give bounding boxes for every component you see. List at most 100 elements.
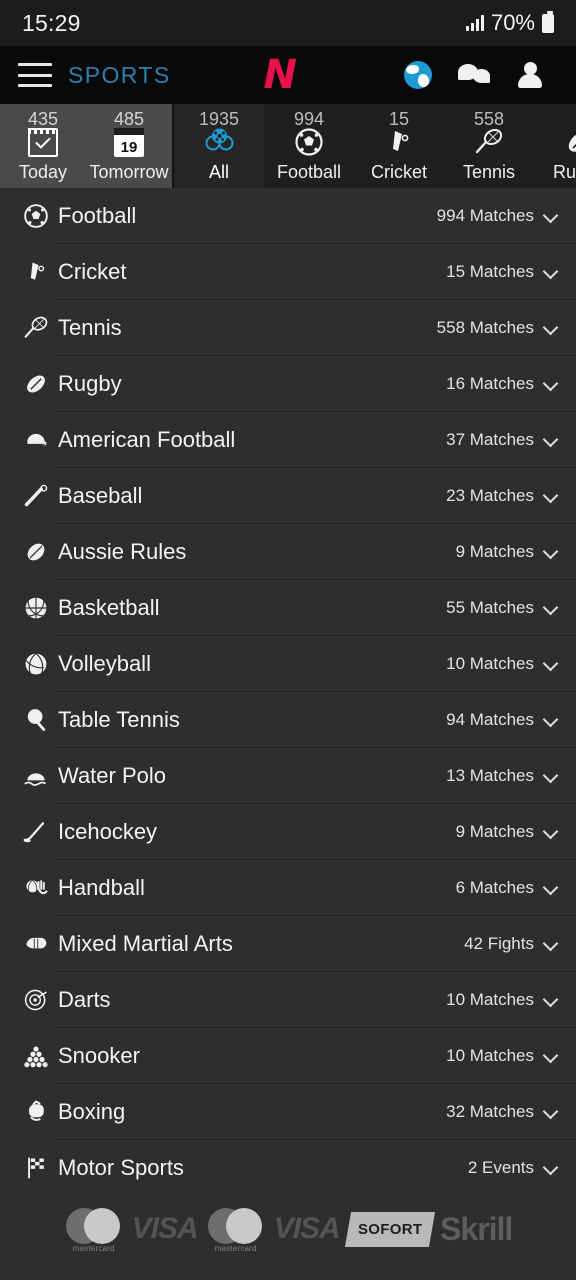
cricket-icon bbox=[16, 259, 56, 285]
list-item-label: Darts bbox=[58, 987, 111, 1012]
american-football-icon bbox=[16, 427, 56, 453]
list-item-baseball[interactable]: Baseball 23 Matches bbox=[0, 468, 576, 524]
tab-football[interactable]: 994 Football bbox=[264, 104, 354, 188]
list-item-basketball[interactable]: Basketball 55 Matches bbox=[0, 580, 576, 636]
account-button[interactable] bbox=[502, 61, 558, 89]
site-logo[interactable]: N bbox=[264, 55, 297, 95]
list-item-table-tennis[interactable]: Table Tennis 94 Matches bbox=[0, 692, 576, 748]
list-item-boxing[interactable]: Boxing 32 Matches bbox=[0, 1084, 576, 1140]
list-item-meta: 37 Matches bbox=[446, 430, 558, 450]
chevron-down-icon[interactable] bbox=[544, 265, 558, 279]
tab-cricket[interactable]: 15 Cricket bbox=[354, 104, 444, 188]
calendar-19-icon: 19 bbox=[114, 125, 144, 159]
visa-logo: VISA bbox=[131, 1212, 199, 1245]
mastercard-label: mastercard bbox=[72, 1244, 115, 1253]
list-item-label: Snooker bbox=[58, 1043, 140, 1068]
tab-strip[interactable]: 435 Today 485 19 Tomorrow 1935 All 994 F… bbox=[0, 104, 576, 188]
list-item-meta: 9 Matches bbox=[456, 542, 558, 562]
list-item-meta: 2 Events bbox=[468, 1158, 558, 1178]
tab-today[interactable]: 435 Today bbox=[0, 104, 86, 188]
list-item-count: 16 Matches bbox=[446, 374, 534, 393]
battery-percent-label: 70% bbox=[490, 10, 535, 35]
chevron-down-icon[interactable] bbox=[544, 713, 558, 727]
list-item-meta: 9 Matches bbox=[456, 822, 558, 842]
water-polo-icon bbox=[16, 763, 56, 789]
list-item-count: 94 Matches bbox=[446, 710, 534, 729]
chevron-down-icon[interactable] bbox=[544, 601, 558, 615]
mastercard-label: mastercard bbox=[214, 1244, 257, 1253]
list-item-label: Water Polo bbox=[58, 763, 167, 788]
status-bar: 15:29 70% bbox=[0, 0, 576, 46]
tab-tomorrow[interactable]: 485 19 Tomorrow bbox=[86, 104, 172, 188]
mastercard-logo: mastercard bbox=[206, 1206, 266, 1253]
football-icon bbox=[16, 203, 56, 229]
chevron-down-icon[interactable] bbox=[544, 825, 558, 839]
list-item-label: Motor Sports bbox=[58, 1155, 184, 1180]
list-item-count: 6 Matches bbox=[455, 878, 534, 897]
list-item-meta: 994 Matches bbox=[437, 206, 558, 226]
tab-rugby[interactable]: Rugby bbox=[534, 104, 576, 188]
list-item-label: Basketball bbox=[58, 595, 160, 620]
table-tennis-icon bbox=[16, 707, 56, 733]
chevron-down-icon[interactable] bbox=[544, 993, 558, 1007]
football-icon bbox=[294, 125, 324, 159]
chevron-down-icon[interactable] bbox=[544, 545, 558, 559]
list-item-label: American Football bbox=[58, 427, 236, 452]
list-item-football[interactable]: Football 994 Matches bbox=[0, 188, 576, 244]
chevron-down-icon[interactable] bbox=[544, 881, 558, 895]
chevron-down-icon[interactable] bbox=[544, 377, 558, 391]
darts-icon bbox=[16, 987, 56, 1013]
list-item-label: Baseball bbox=[58, 483, 143, 508]
chevron-down-icon[interactable] bbox=[544, 769, 558, 783]
list-item-count: 994 Matches bbox=[436, 206, 534, 225]
list-item-tennis[interactable]: Tennis 558 Matches bbox=[0, 300, 576, 356]
visa-logo: VISA bbox=[273, 1212, 341, 1245]
chevron-down-icon[interactable] bbox=[544, 321, 558, 335]
boxing-icon bbox=[16, 1099, 56, 1125]
chevron-down-icon[interactable] bbox=[544, 657, 558, 671]
chevron-down-icon[interactable] bbox=[544, 489, 558, 503]
list-item-meta: 15 Matches bbox=[446, 262, 558, 282]
chevron-down-icon[interactable] bbox=[544, 1105, 558, 1119]
tab-all[interactable]: 1935 All bbox=[174, 104, 264, 188]
app-screen: 15:29 70% SPORTS N 435 Today 485 19 Tomo… bbox=[0, 0, 576, 1280]
battery-icon bbox=[542, 10, 554, 33]
list-item-count: 2 Events bbox=[467, 1158, 534, 1177]
mma-icon bbox=[16, 931, 56, 957]
list-item-count: 10 Matches bbox=[446, 1046, 534, 1065]
list-item-mixed-martial-arts[interactable]: Mixed Martial Arts 42 Fights bbox=[0, 916, 576, 972]
list-item-icehockey[interactable]: Icehockey 9 Matches bbox=[0, 804, 576, 860]
volleyball-icon bbox=[16, 651, 56, 677]
tab-cricket-label: Cricket bbox=[370, 162, 427, 182]
list-item-cricket[interactable]: Cricket 15 Matches bbox=[0, 244, 576, 300]
list-item-handball[interactable]: Handball 6 Matches bbox=[0, 860, 576, 916]
all-sports-icon bbox=[202, 125, 236, 159]
hamburger-menu-icon[interactable] bbox=[18, 63, 52, 87]
list-item-motor-sports[interactable]: Motor Sports 2 Events bbox=[0, 1140, 576, 1184]
list-item-volleyball[interactable]: Volleyball 10 Matches bbox=[0, 636, 576, 692]
list-item-count: 15 Matches bbox=[446, 262, 534, 281]
chevron-down-icon[interactable] bbox=[544, 1049, 558, 1063]
chat-button[interactable] bbox=[446, 62, 502, 88]
list-item-american-football[interactable]: American Football 37 Matches bbox=[0, 412, 576, 468]
tab-tennis[interactable]: 558 Tennis bbox=[444, 104, 534, 188]
tab-tennis-label: Tennis bbox=[462, 162, 516, 182]
chevron-down-icon[interactable] bbox=[544, 937, 558, 951]
list-item-count: 37 Matches bbox=[446, 430, 534, 449]
chevron-down-icon[interactable] bbox=[544, 209, 558, 223]
chevron-down-icon[interactable] bbox=[544, 1161, 558, 1175]
list-item-meta: 6 Matches bbox=[456, 878, 558, 898]
chevron-down-icon[interactable] bbox=[544, 433, 558, 447]
snooker-icon bbox=[16, 1043, 56, 1069]
list-item-rugby[interactable]: Rugby 16 Matches bbox=[0, 356, 576, 412]
language-button[interactable] bbox=[390, 61, 446, 89]
tab-cricket-count: 15 bbox=[388, 109, 410, 129]
list-item-water-polo[interactable]: Water Polo 13 Matches bbox=[0, 748, 576, 804]
app-bar: SPORTS N bbox=[0, 46, 576, 104]
list-item-snooker[interactable]: Snooker 10 Matches bbox=[0, 1028, 576, 1084]
list-item-meta: 55 Matches bbox=[446, 598, 558, 618]
list-item-aussie-rules[interactable]: Aussie Rules 9 Matches bbox=[0, 524, 576, 580]
list-item-darts[interactable]: Darts 10 Matches bbox=[0, 972, 576, 1028]
list-item-label: Table Tennis bbox=[58, 707, 180, 732]
sports-list: Football 994 Matches Cricket 15 Matches … bbox=[0, 188, 576, 1184]
